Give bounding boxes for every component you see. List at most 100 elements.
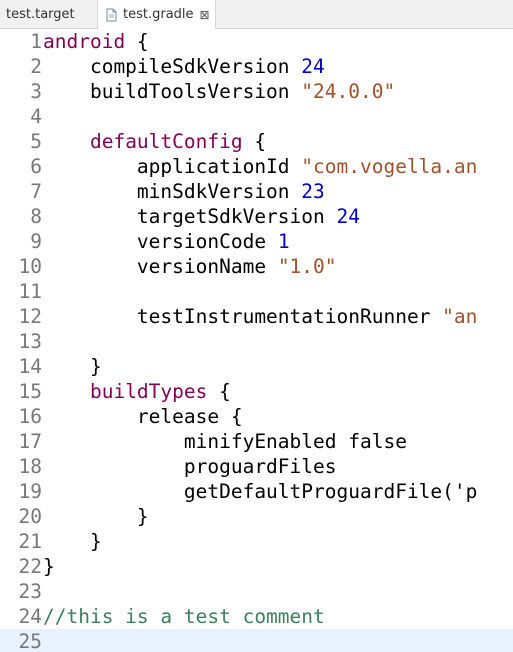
tab-label: test.target xyxy=(6,6,75,22)
code-line[interactable]: 3 buildToolsVersion "24.0.0" xyxy=(0,79,513,104)
code-text: } xyxy=(42,504,149,529)
code-text: buildToolsVersion "24.0.0" xyxy=(42,79,395,104)
code-token: proguardFiles xyxy=(43,455,337,478)
code-line[interactable]: 19 getDefaultProguardFile('p xyxy=(0,479,513,504)
code-token: } xyxy=(43,555,55,578)
code-text: } xyxy=(42,529,102,554)
line-number: 17 xyxy=(18,430,42,453)
code-text: testInstrumentationRunner "an xyxy=(42,304,478,329)
code-token: { xyxy=(207,380,231,403)
code-text: //this is a test comment xyxy=(42,604,325,629)
code-token: "24.0.0" xyxy=(301,80,396,103)
code-line[interactable]: 17 minifyEnabled false xyxy=(0,429,513,454)
code-line[interactable]: 18 proguardFiles xyxy=(0,454,513,479)
code-line[interactable]: 24//this is a test comment xyxy=(0,604,513,629)
line-number: 8 xyxy=(30,205,42,228)
code-line[interactable]: 7 minSdkVersion 23 xyxy=(0,179,513,204)
code-token: testInstrumentationRunner xyxy=(43,305,443,328)
line-number: 23 xyxy=(18,580,42,603)
code-text: compileSdkVersion 24 xyxy=(42,54,325,79)
line-number: 3 xyxy=(30,80,42,103)
code-line[interactable]: 9 versionCode 1 xyxy=(0,229,513,254)
line-number: 11 xyxy=(18,280,42,303)
code-token: getDefaultProguardFile('p xyxy=(43,480,478,503)
code-token: { xyxy=(242,130,267,153)
code-token: //this is a test comment xyxy=(43,605,325,628)
line-number: 9 xyxy=(30,230,42,253)
line-number: 13 xyxy=(18,330,42,353)
file-icon xyxy=(104,8,118,22)
code-text: release { xyxy=(42,404,243,429)
code-token: } xyxy=(43,355,102,378)
code-text: targetSdkVersion 24 xyxy=(42,204,360,229)
line-number: 15 xyxy=(18,380,42,403)
code-token: applicationId xyxy=(43,155,302,178)
line-number: 1 xyxy=(30,30,42,53)
code-line[interactable]: 20 } xyxy=(0,504,513,529)
line-number: 22 xyxy=(18,555,42,578)
code-line[interactable]: 12 testInstrumentationRunner "an xyxy=(0,304,513,329)
code-token: "com.vogella.an xyxy=(301,155,478,178)
tab-test-target[interactable]: test.target xyxy=(0,0,98,28)
code-line[interactable]: 16 release { xyxy=(0,404,513,429)
line-number: 16 xyxy=(18,405,42,428)
line-number: 25 xyxy=(18,630,42,652)
code-text: minSdkVersion 23 xyxy=(42,179,325,204)
code-text: applicationId "com.vogella.an xyxy=(42,154,477,179)
code-line[interactable]: 25 xyxy=(0,629,513,652)
line-number: 12 xyxy=(18,305,42,328)
code-line[interactable]: 2 compileSdkVersion 24 xyxy=(0,54,513,79)
code-text: } xyxy=(42,354,102,379)
code-token: release { xyxy=(43,405,243,428)
code-text: } xyxy=(42,554,55,579)
code-text: buildTypes { xyxy=(42,379,231,404)
code-token: } xyxy=(43,505,149,528)
code-line[interactable]: 23 xyxy=(0,579,513,604)
code-token: defaultConfig xyxy=(89,130,243,153)
line-number: 21 xyxy=(18,530,42,553)
code-token: minSdkVersion xyxy=(43,180,302,203)
code-line[interactable]: 6 applicationId "com.vogella.an xyxy=(0,154,513,179)
code-line[interactable]: 21 } xyxy=(0,529,513,554)
tab-test-gradle[interactable]: test.gradle ⊠ xyxy=(98,0,216,29)
editor-tab-bar: test.target test.gradle ⊠ xyxy=(0,0,513,29)
code-line[interactable]: 1 android { xyxy=(0,29,513,54)
code-line[interactable]: 4 xyxy=(0,104,513,129)
close-icon[interactable]: ⊠ xyxy=(200,8,210,22)
code-line[interactable]: 15 buildTypes { xyxy=(0,379,513,404)
code-token: "an xyxy=(442,305,478,328)
line-number: 19 xyxy=(18,480,42,503)
code-token: 23 xyxy=(301,180,325,203)
tab-label: test.gradle xyxy=(123,7,194,22)
code-line[interactable]: 11 xyxy=(0,279,513,304)
code-token: versionCode xyxy=(43,230,278,253)
code-text: versionCode 1 xyxy=(42,229,290,254)
code-token: } xyxy=(43,530,102,553)
code-token: versionName xyxy=(43,255,278,278)
code-token: 24 xyxy=(336,205,360,228)
code-line[interactable]: 13 xyxy=(0,329,513,354)
code-token: buildToolsVersion xyxy=(43,80,302,103)
code-token: minifyEnabled false xyxy=(43,430,407,453)
code-line[interactable]: 14 } xyxy=(0,354,513,379)
code-token: compileSdkVersion xyxy=(43,55,302,78)
code-line[interactable]: 10 versionName "1.0" xyxy=(0,254,513,279)
code-line[interactable]: 8 targetSdkVersion 24 xyxy=(0,204,513,229)
code-text: proguardFiles xyxy=(42,454,337,479)
line-number: 5 xyxy=(30,130,42,153)
code-token: 24 xyxy=(301,55,325,78)
code-editor[interactable]: 1 android {2 compileSdkVersion 24 3 buildT… xyxy=(0,29,513,652)
line-number: 20 xyxy=(18,505,42,528)
line-number: 10 xyxy=(18,255,42,278)
code-line[interactable]: 5 defaultConfig { xyxy=(0,129,513,154)
code-token: 1 xyxy=(277,230,290,253)
code-line[interactable]: 22} xyxy=(0,554,513,579)
line-number: 2 xyxy=(30,55,42,78)
code-text: defaultConfig { xyxy=(42,129,266,154)
code-token: buildTypes xyxy=(89,380,208,403)
